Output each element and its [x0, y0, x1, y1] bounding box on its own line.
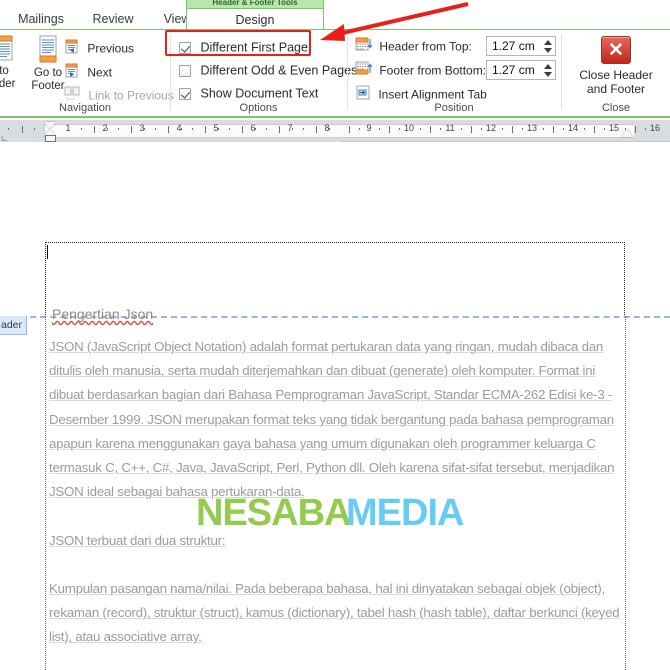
ruler-text-area — [44, 124, 634, 138]
page-top-gap — [0, 142, 670, 187]
ribbon: Header & Footer Tools Mailings Review Vi… — [0, 0, 670, 118]
checkbox-glyph-checked-2 — [179, 87, 191, 100]
link-to-previous-label: Link to Previous — [88, 88, 174, 103]
group-label-navigation: Navigation — [59, 102, 111, 114]
page-title: Pengertian Json — [52, 306, 154, 322]
group-navigation: to ader Go to Footer — [0, 30, 174, 116]
close-header-footer-label-1: Close Header — [579, 68, 653, 82]
group-label-close: Close — [601, 102, 631, 114]
header-from-top-value: 1.27 cm — [492, 39, 535, 53]
different-odd-even-pages-checkbox[interactable]: Different Odd & Even Pages — [179, 61, 357, 79]
go-to-footer-icon — [39, 35, 57, 63]
link-to-previous-button[interactable]: Link to Previous — [64, 86, 174, 103]
footer-from-bottom-label: Footer from Bottom: — [379, 63, 487, 78]
previous-label: Previous — [87, 41, 135, 56]
next-label: Next — [87, 65, 113, 80]
horizontal-ruler[interactable]: 1 2 3 4 5 6 7 8 9 10 11 ∟ — [0, 120, 670, 143]
show-document-text-checkbox[interactable]: Show Document Text — [179, 84, 318, 102]
show-document-text-label: Show Document Text — [200, 86, 319, 101]
previous-icon — [64, 39, 80, 59]
first-line-indent-marker[interactable] — [44, 122, 56, 129]
header-from-top-row[interactable]: Header from Top: — [355, 37, 472, 54]
close-header-and-footer-button[interactable]: ✕ Close Header and Footer — [562, 36, 670, 96]
ribbon-body: to ader Go to Footer — [0, 30, 670, 116]
footer-from-bottom-stepper[interactable] — [543, 62, 552, 79]
header-from-top-stepper[interactable] — [543, 38, 552, 55]
different-odd-even-pages-label: Different Odd & Even Pages — [200, 63, 358, 78]
tab-design[interactable]: Design — [186, 8, 324, 30]
document-canvas[interactable]: ader Pengertian Json JSON (JavaScript Ob… — [0, 142, 670, 670]
first-page-header-tag[interactable]: ader — [0, 316, 28, 335]
footer-from-bottom-icon — [355, 61, 373, 81]
footer-from-bottom-input[interactable]: 1.27 cm — [486, 60, 556, 80]
insert-alignment-tab-label: Insert Alignment Tab — [378, 87, 487, 102]
header-from-top-icon — [355, 37, 373, 57]
group-label-options: Options — [239, 102, 278, 114]
group-close: ✕ Close Header and Footer Close — [562, 30, 670, 116]
tab-mailings[interactable]: Mailings — [4, 8, 78, 30]
document-body[interactable]: JSON (JavaScript Object Notation) adalah… — [49, 335, 629, 670]
checkbox-glyph-unchecked — [179, 64, 191, 77]
next-icon — [64, 63, 80, 83]
previous-button[interactable]: Previous — [64, 39, 134, 56]
left-indent-marker[interactable] — [45, 135, 56, 142]
paragraph-1: JSON (JavaScript Object Notation) adalah… — [49, 339, 615, 500]
document-page[interactable]: ader Pengertian Json JSON (JavaScript Ob… — [0, 187, 670, 670]
group-options: Different First Page Different Odd & Eve… — [171, 30, 357, 116]
different-first-page-label: Different First Page — [200, 40, 308, 55]
checkbox-glyph-checked — [179, 41, 191, 54]
paragraph-2: JSON terbuat dari dua struktur: — [49, 532, 226, 548]
close-header-footer-label-2: and Footer — [586, 82, 646, 96]
close-x-icon: ✕ — [601, 36, 631, 64]
different-first-page-checkbox[interactable]: Different First Page — [179, 38, 308, 56]
header-from-top-label: Header from Top: — [379, 39, 472, 54]
text-cursor — [47, 245, 48, 259]
contextual-tools-banner: Header & Footer Tools — [186, 0, 324, 8]
next-button[interactable]: Next — [64, 63, 112, 80]
group-position: Header from Top: 1.27 cm Footer from Bot… — [348, 30, 560, 116]
header-from-top-input[interactable]: 1.27 cm — [486, 36, 556, 56]
footer-from-bottom-row[interactable]: Footer from Bottom: — [355, 61, 486, 78]
insert-alignment-tab-button[interactable]: Insert Alignment Tab — [355, 85, 487, 102]
ribbon-bottom-border — [0, 116, 670, 118]
group-label-position: Position — [434, 102, 474, 114]
paragraph-3: Kumpulan pasangan nama/nilai. Pada beber… — [49, 581, 620, 645]
footer-from-bottom-value: 1.27 cm — [492, 63, 535, 77]
tab-review[interactable]: Review — [80, 8, 146, 30]
ribbon-tab-strip: Mailings Review View Design — [0, 8, 670, 30]
go-to-header-icon — [0, 35, 13, 61]
page-left-margin-guide — [45, 316, 46, 670]
